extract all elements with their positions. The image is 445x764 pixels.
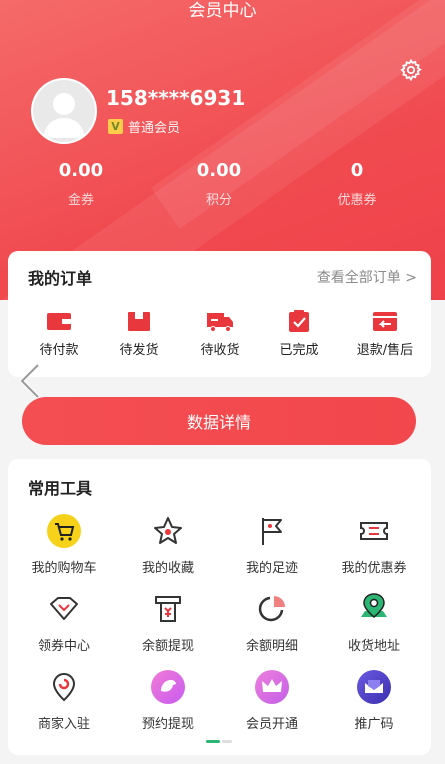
truck-icon (207, 313, 233, 332)
page-indicator (206, 740, 232, 743)
location-icon (361, 593, 387, 618)
order-refund[interactable]: 退款/售后 (345, 309, 425, 358)
member-level-label: 普通会员 (128, 121, 181, 136)
view-all-orders-link[interactable]: 查看全部订单 > (317, 267, 417, 287)
tool-coupon-center[interactable]: 领券中心 (12, 591, 116, 654)
tool-label: 会员开通 (245, 717, 298, 732)
tool-label: 推广码 (354, 717, 394, 732)
orders-card: 我的订单 查看全部订单 > 待付款 待发货 待收货 已完成 退款/售后 (8, 251, 431, 377)
page-dot-active (206, 740, 220, 743)
tool-label: 我的购物车 (31, 561, 97, 576)
tool-addresses[interactable]: 收货地址 (322, 591, 426, 654)
data-details-button[interactable]: 数据详情 (22, 397, 416, 445)
stat-value: 0 (350, 160, 364, 181)
qr-promo-icon (357, 670, 391, 704)
tool-cart[interactable]: 我的购物车 (12, 513, 116, 576)
member-level: V 普通会员 (108, 117, 180, 136)
package-icon (128, 312, 150, 331)
stat-label: 积分 (205, 193, 232, 208)
stat-value: 0.00 (58, 160, 104, 181)
tool-merchant-join[interactable]: 商家入驻 (12, 669, 116, 732)
tool-footprints[interactable]: 我的足迹 (220, 513, 324, 576)
tool-label: 商家入驻 (37, 717, 90, 732)
order-pending-shipment[interactable]: 待发货 (104, 309, 174, 358)
gear-icon[interactable] (399, 58, 423, 82)
tool-favorites[interactable]: 我的收藏 (116, 513, 220, 576)
tool-label: 余额提现 (141, 639, 194, 654)
flag-icon (262, 518, 282, 545)
tool-label: 我的足迹 (245, 561, 298, 576)
tool-balance-details[interactable]: 余额明细 (220, 591, 324, 654)
crown-icon (255, 670, 289, 704)
orders-title: 我的订单 (28, 269, 93, 288)
stat-label: 优惠券 (337, 193, 377, 208)
store-pin-icon (52, 672, 76, 702)
pie-icon (258, 596, 285, 622)
tool-label: 余额明细 (245, 639, 298, 654)
wallet-icon (47, 313, 71, 330)
user-phone: 158****6931 (106, 86, 246, 110)
tool-my-coupons[interactable]: 我的优惠券 (322, 513, 426, 576)
order-pending-receipt[interactable]: 待收货 (185, 309, 255, 358)
tool-membership[interactable]: 会员开通 (220, 669, 324, 732)
order-item-label: 待发货 (119, 343, 159, 358)
diamond-icon (50, 597, 78, 620)
tool-label: 预约提现 (141, 717, 194, 732)
order-pending-payment[interactable]: 待付款 (24, 309, 94, 358)
stat-points[interactable]: 0.00 积分 (159, 160, 279, 208)
withdraw-icon (155, 596, 181, 622)
tool-scheduled-withdraw[interactable]: 预约提现 (116, 669, 220, 732)
clipboard-check-icon (289, 310, 309, 332)
star-icon (154, 517, 182, 544)
return-icon (373, 312, 397, 331)
stat-coupons[interactable]: 0 优惠券 (297, 160, 417, 208)
tool-label: 我的优惠券 (341, 561, 407, 576)
bird-icon (151, 670, 185, 704)
order-item-label: 退款/售后 (356, 343, 414, 358)
tool-withdraw[interactable]: 余额提现 (116, 591, 220, 654)
stat-value: 0.00 (196, 160, 242, 181)
page-dot (222, 740, 232, 743)
tools-card: 常用工具 我的购物车 我的收藏 我的足迹 我的优惠券 领券中心 余额提现 余额明… (8, 459, 431, 755)
tool-label: 领券中心 (37, 639, 90, 654)
order-item-label: 待付款 (39, 343, 79, 358)
stat-gold-coupon[interactable]: 0.00 金券 (21, 160, 141, 208)
order-item-label: 待收货 (200, 343, 240, 358)
page-title: 会员中心 (188, 1, 257, 21)
tool-label: 收货地址 (347, 639, 400, 654)
vip-badge-icon: V (108, 119, 123, 134)
coupon-icon (360, 522, 388, 540)
cart-icon (47, 514, 81, 548)
stat-label: 金券 (67, 193, 94, 208)
back-arrow-icon[interactable] (16, 363, 44, 399)
tool-promo-code[interactable]: 推广码 (322, 669, 426, 732)
tools-title: 常用工具 (28, 479, 93, 498)
tool-label: 我的收藏 (141, 561, 194, 576)
order-item-label: 已完成 (279, 343, 319, 358)
avatar[interactable] (31, 78, 97, 144)
order-completed[interactable]: 已完成 (264, 309, 334, 358)
